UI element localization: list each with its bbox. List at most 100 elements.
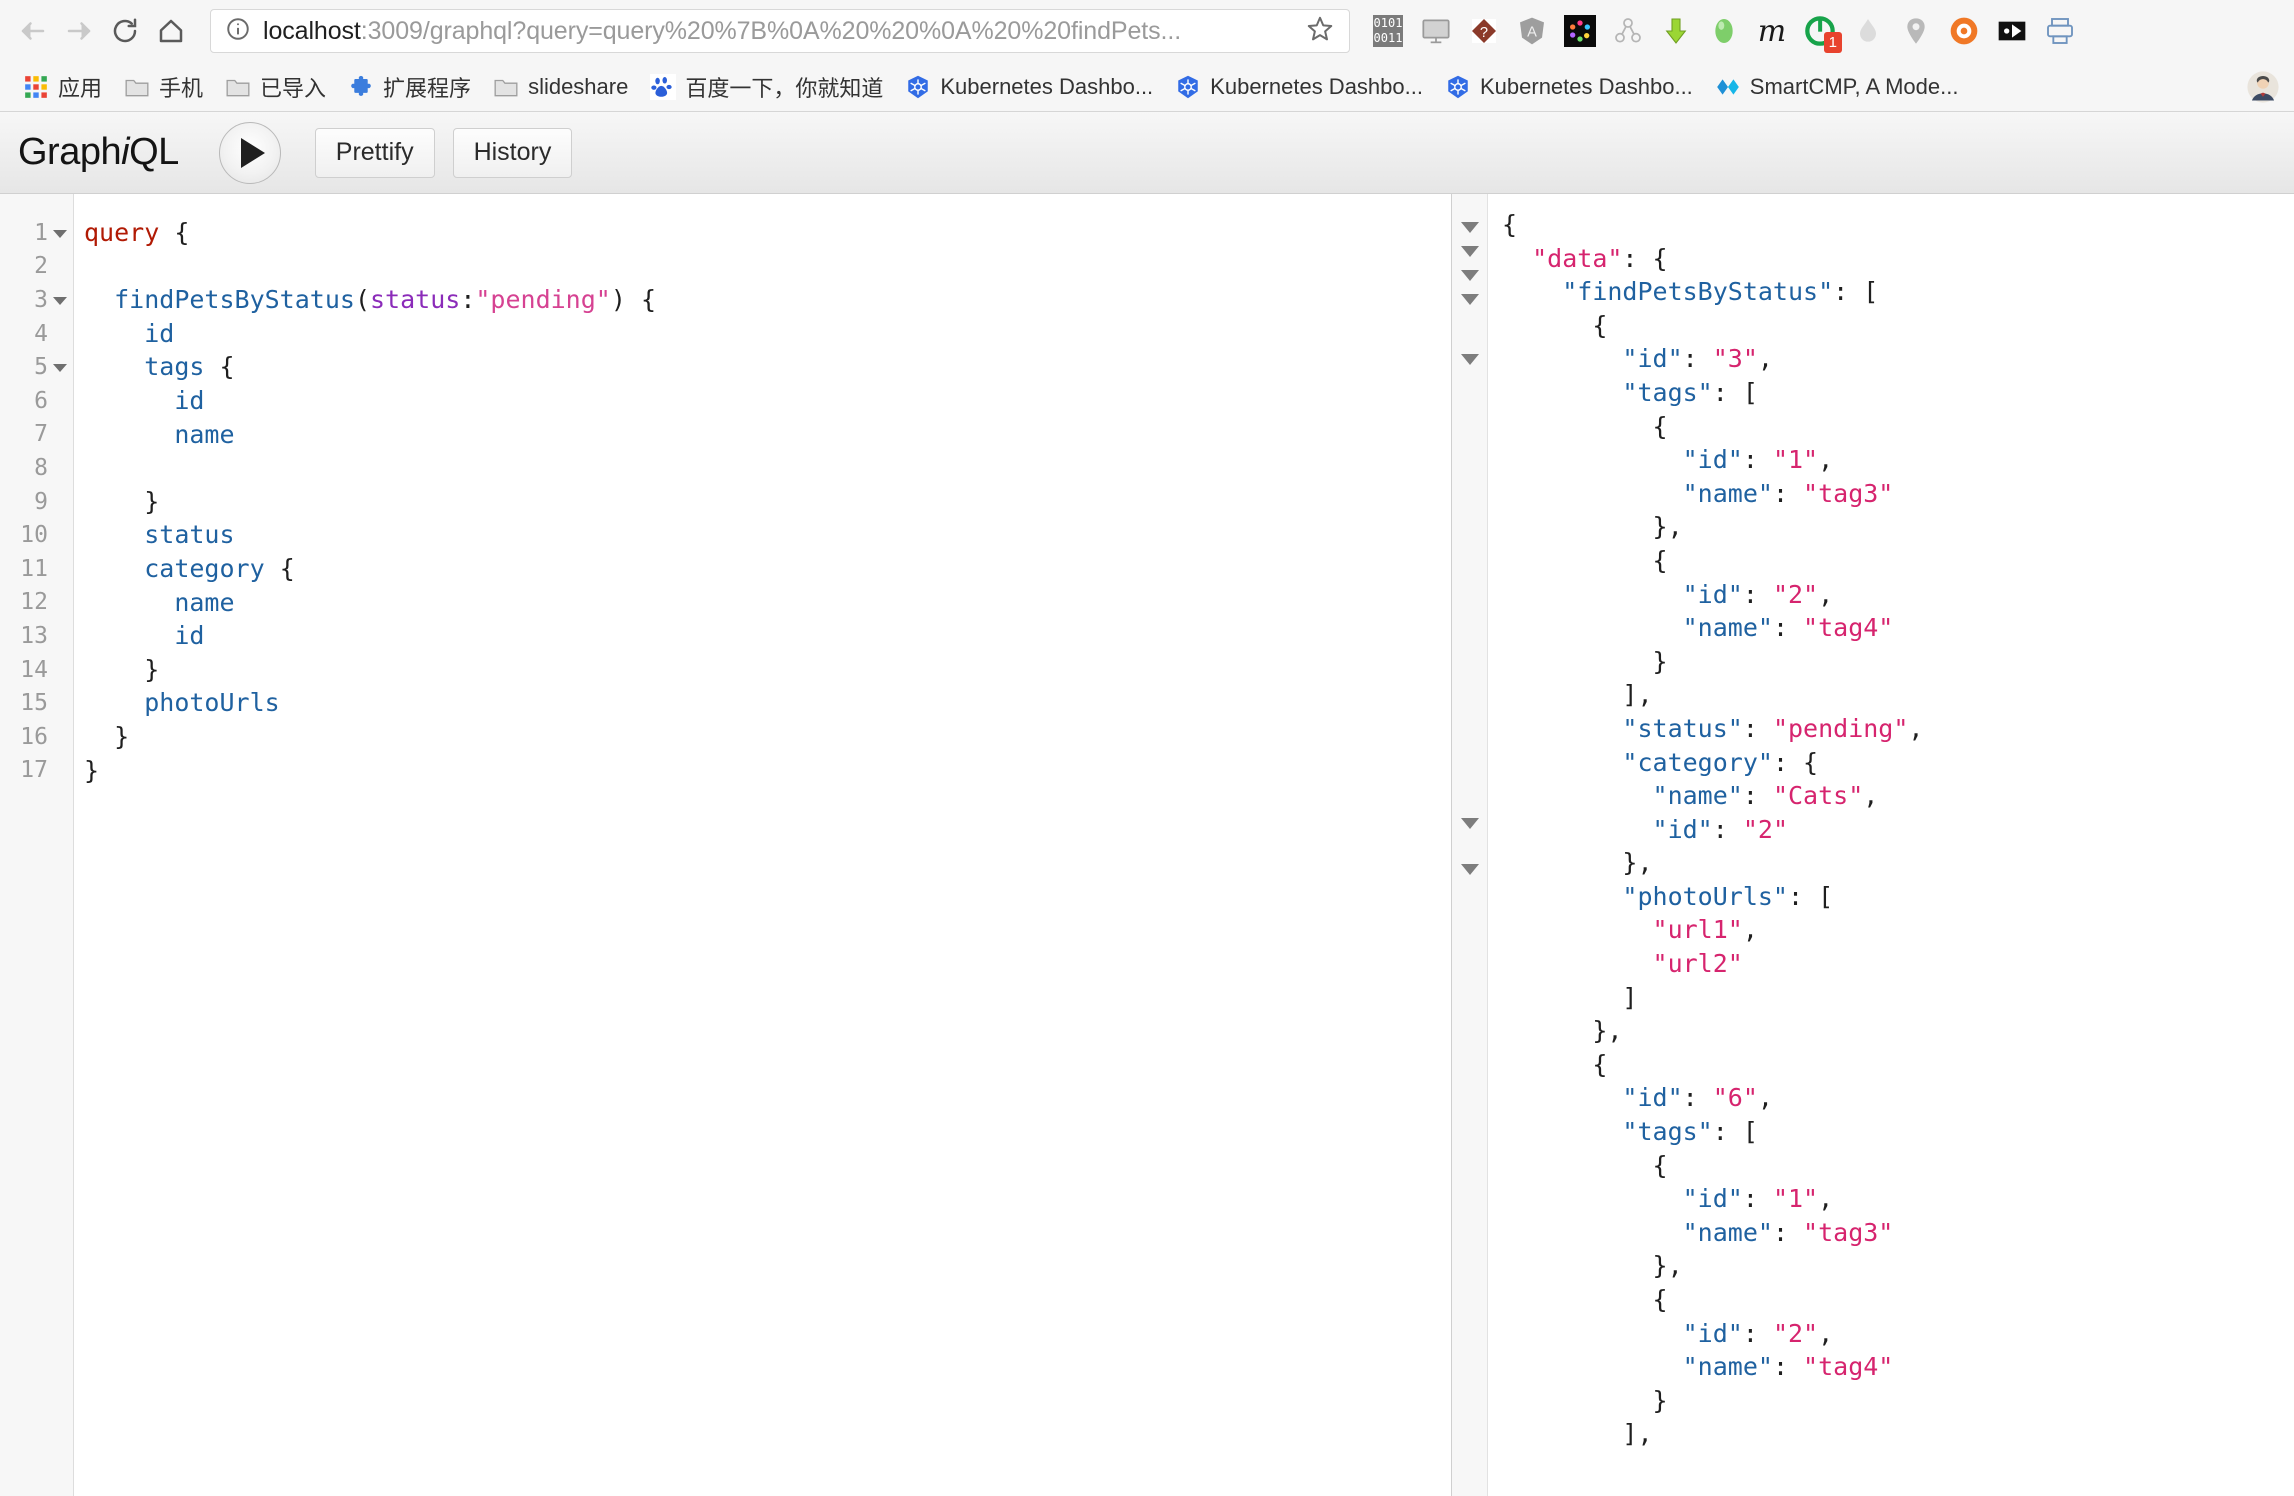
result-line: "photoUrls": [ [1622, 881, 1834, 911]
line-number: 17 [20, 757, 48, 784]
fold-chevron-down-icon[interactable] [1461, 270, 1479, 281]
extension-badge-count: 1 [1823, 32, 1842, 53]
avatar[interactable] [2235, 66, 2282, 108]
fold-chevron-down-icon[interactable] [1461, 246, 1479, 257]
bookmark-apps[interactable]: 应用 [12, 67, 113, 107]
code-line: tags { [144, 352, 235, 382]
colorful-burst-icon[interactable] [1556, 7, 1604, 55]
result-line: { [1652, 411, 1668, 441]
orange-gear-icon[interactable] [1940, 7, 1988, 55]
fold-chevron-down-icon[interactable] [53, 226, 67, 240]
binary-code-icon[interactable]: 0101 0011 [1364, 7, 1412, 55]
fold-chevron-down-icon[interactable] [1461, 864, 1479, 875]
fold-chevron-down-icon[interactable] [1461, 818, 1479, 829]
line-number: 5 [34, 354, 48, 381]
fold-chevron-down-icon[interactable] [53, 360, 67, 374]
prettify-button[interactable]: Prettify [314, 127, 435, 178]
result-viewer-pane[interactable]: { "data": { "findPetsByStatus": [ { "id"… [1452, 194, 2294, 1496]
bookmark-folder-slideshare[interactable]: slideshare [482, 70, 639, 104]
result-line: ], [1622, 680, 1653, 710]
address-bar[interactable]: localhost:3009/graphql?query=query%20%7B… [210, 9, 1350, 53]
bookmark-kubernetes-dashboard-1[interactable]: Kubernetes Dashbo... [894, 70, 1164, 104]
code-line: name [174, 587, 235, 617]
line-number: 13 [20, 622, 48, 649]
info-circle-icon[interactable] [225, 16, 251, 47]
query-editor-code[interactable]: query { findPetsByStatus(status:"pending… [74, 194, 1451, 1496]
kubernetes-helm-icon [908, 75, 929, 98]
history-button[interactable]: History [452, 127, 573, 178]
black-arrow-tag-icon[interactable] [1988, 7, 2036, 55]
bookmarks-bar: 应用 手机 已导入 扩展程序 slideshare 百度一下，你就知道 Kube… [0, 62, 2294, 112]
gray-pin-icon[interactable] [1892, 7, 1940, 55]
line-number: 6 [34, 387, 48, 414]
bookmark-label: SmartCMP, A Mode... [1749, 73, 1959, 99]
gutter-line: 4 [0, 317, 73, 351]
italic-m-icon[interactable]: m [1748, 7, 1796, 55]
angular-shield-icon[interactable]: A [1508, 7, 1556, 55]
monitor-icon[interactable] [1412, 7, 1460, 55]
result-line: "name": "Cats", [1652, 781, 1879, 811]
fold-chevron-down-icon[interactable] [53, 293, 67, 307]
result-line: "tags": [ [1622, 377, 1758, 407]
bookmark-kubernetes-dashboard-3[interactable]: Kubernetes Dashbo... [1434, 70, 1704, 104]
green-download-arrow-icon[interactable] [1652, 7, 1700, 55]
gutter-line: 5 [0, 350, 73, 384]
bookmark-extensions[interactable]: 扩展程序 [337, 67, 482, 107]
molecule-graph-icon[interactable] [1604, 7, 1652, 55]
bookmark-folder-imported[interactable]: 已导入 [214, 67, 337, 107]
code-line: } [84, 755, 100, 785]
line-number: 4 [34, 320, 48, 347]
bookmark-folder-phone[interactable]: 手机 [113, 67, 214, 107]
bookmark-label: Kubernetes Dashbo... [940, 73, 1154, 99]
printer-icon[interactable] [2036, 7, 2084, 55]
result-fold-gutter[interactable] [1452, 194, 1488, 1496]
star-icon[interactable] [1291, 14, 1335, 49]
gutter-line: 12 [0, 586, 73, 620]
gray-drop-icon[interactable] [1844, 7, 1892, 55]
back-arrow-icon [21, 22, 45, 40]
result-line: }, [1652, 1251, 1683, 1281]
result-line: } [1652, 646, 1668, 676]
diamond-question-icon[interactable]: ? [1460, 7, 1508, 55]
reload-button[interactable] [102, 8, 148, 54]
gutter-line: 16 [0, 720, 73, 754]
result-line: "url2" [1652, 949, 1743, 979]
execute-query-button[interactable] [218, 121, 281, 184]
bookmark-label: Kubernetes Dashbo... [1210, 73, 1423, 99]
fold-chevron-down-icon[interactable] [1461, 222, 1479, 233]
folder-icon [226, 79, 250, 96]
line-number: 10 [20, 522, 48, 549]
bookmark-kubernetes-dashboard-2[interactable]: Kubernetes Dashbo... [1164, 70, 1434, 104]
url-path: :3009/graphql?query=query%20%7B%0A%20%20… [360, 16, 1182, 45]
result-line: { [1652, 545, 1668, 575]
forward-button[interactable] [56, 8, 102, 54]
query-line-number-gutter[interactable]: 1 2 3 4 5 6 7 8 9 10 11 12 13 14 15 16 17 [0, 194, 74, 1496]
back-button[interactable] [10, 8, 56, 54]
apps-grid-icon [25, 75, 47, 98]
fold-chevron-down-icon[interactable] [1461, 294, 1479, 305]
query-editor-pane[interactable]: 1 2 3 4 5 6 7 8 9 10 11 12 13 14 15 16 17 query { findPe… [0, 194, 1452, 1496]
line-number: 8 [34, 454, 48, 481]
bookmark-baidu[interactable]: 百度一下，你就知道 [639, 67, 894, 107]
bookmark-smartcmp[interactable]: SmartCMP, A Mode... [1704, 70, 1970, 104]
green-capsule-icon[interactable] [1700, 7, 1748, 55]
result-line: { [1652, 1150, 1668, 1180]
line-number: 7 [34, 421, 48, 448]
gutter-line: 2 [0, 250, 73, 284]
fold-chevron-down-icon[interactable] [1461, 354, 1479, 365]
code-line: query { [84, 218, 190, 247]
result-line: } [1652, 1385, 1668, 1415]
gutter-line: 15 [0, 686, 73, 720]
reload-icon [113, 18, 137, 43]
code-line: } [144, 486, 160, 516]
home-button[interactable] [148, 8, 194, 54]
puzzle-icon [351, 75, 371, 96]
graphiql-toolbar: GraphiQL Prettify History [0, 112, 2294, 194]
green-circle-badge-icon[interactable]: 1 [1796, 7, 1844, 55]
